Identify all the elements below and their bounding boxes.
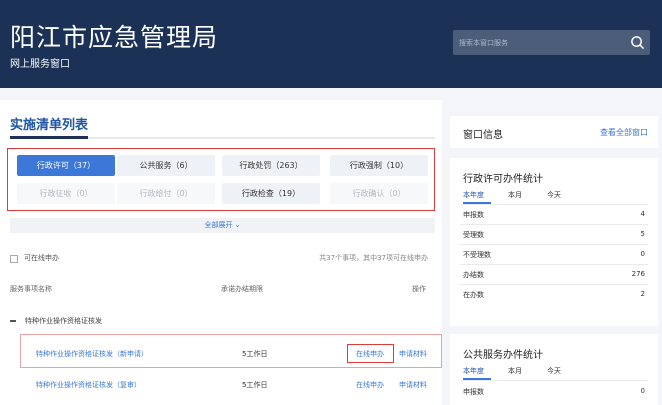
online-apply-button[interactable]: 在线申办 [356,349,384,359]
search-icon[interactable] [630,35,645,50]
stat-label: 办结数 [463,271,484,279]
stat-value: 0 [640,250,645,258]
stats-divider [460,224,648,225]
public-stats-title: 公共服务办件统计 [463,350,543,361]
materials-link[interactable]: 申请材料 [399,380,427,390]
window-info-card: 窗口信息 查看全部窗口 [450,116,658,148]
stat-value: 2 [640,290,645,298]
stats-divider [460,284,648,285]
stats-tab-month[interactable]: 本月 [508,190,522,200]
public-stats-card: 公共服务办件统计 本年度 本月 今天 申报数 0 [450,334,658,405]
stats-tab-year[interactable]: 本年度 [463,190,484,200]
license-stats-title: 行政许可办件统计 [463,174,543,185]
group-label: 特种作业操作资格证核发 [25,317,102,325]
search-input[interactable] [459,34,619,51]
stats-divider [460,204,648,205]
stat-label: 受理数 [463,231,484,239]
stat-label: 申报数 [463,388,484,396]
category-tab-enforcement[interactable]: 行政强制（10） [330,155,428,176]
category-tab-license[interactable]: 行政许可（37） [17,155,115,176]
search-box [453,30,650,55]
category-tab-confirmation[interactable]: 行政确认（0） [330,183,428,204]
expand-all-button[interactable]: 全部展开 ⌄ [10,218,435,233]
service-link-new[interactable]: 特种作业操作资格证核发（新申请） [36,349,148,359]
category-tab-levy[interactable]: 行政征收（0） [17,183,115,204]
result-summary: 共37个事项，其中37项可在线申办 [319,254,428,262]
row-limit: 5工作日 [242,350,268,358]
online-apply-button[interactable]: 在线申办 [356,380,384,390]
stat-label: 在办数 [463,291,484,299]
stats-tab-today[interactable]: 今天 [547,366,561,376]
title-underline [10,136,88,139]
stat-label: 不受理数 [463,251,491,259]
stats-tab-month[interactable]: 本月 [508,366,522,376]
stat-value: 0 [640,387,645,395]
stats-tab-today[interactable]: 今天 [547,190,561,200]
service-link-review[interactable]: 特种作业操作资格证核发（复审） [36,380,141,390]
stats-divider [460,380,648,381]
stat-value: 5 [640,230,645,238]
category-tab-penalty[interactable]: 行政处罚（263） [222,155,320,176]
column-header-limit: 承诺办结期限 [221,285,263,293]
collapse-icon[interactable] [10,320,16,322]
row-limit: 5工作日 [242,381,268,389]
stat-value: 4 [640,210,645,218]
stats-divider [460,244,648,245]
stat-label: 申报数 [463,211,484,219]
section-title: 实施清单列表 [10,118,89,133]
site-header: 阳江市应急管理局 网上服务窗口 [0,0,662,88]
materials-link[interactable]: 申请材料 [399,349,427,359]
online-filter-label: 可在线申办 [24,254,59,262]
column-header-action: 操作 [412,285,426,293]
stats-tab-year[interactable]: 本年度 [463,366,484,376]
stat-value: 276 [631,270,645,278]
site-subtitle: 网上服务窗口 [10,59,70,70]
category-tab-inspection[interactable]: 行政检查（19） [222,183,320,204]
window-info-title: 窗口信息 [463,130,503,141]
category-tab-payment[interactable]: 行政给付（0） [117,183,215,204]
column-header-name: 服务事项名称 [10,285,52,293]
license-stats-card: 行政许可办件统计 本年度 本月 今天 申报数 4 受理数 5 不受理数 0 办结… [450,158,658,326]
stats-divider [460,264,648,265]
category-tab-public-service[interactable]: 公共服务（6） [117,155,215,176]
site-title: 阳江市应急管理局 [10,23,219,52]
view-all-windows-link[interactable]: 查看全部窗口 [600,127,648,138]
online-filter-checkbox[interactable] [10,255,18,263]
implementation-list-panel: 实施清单列表 行政许可（37） 公共服务（6） 行政处罚（263） 行政强制（1… [0,100,442,405]
